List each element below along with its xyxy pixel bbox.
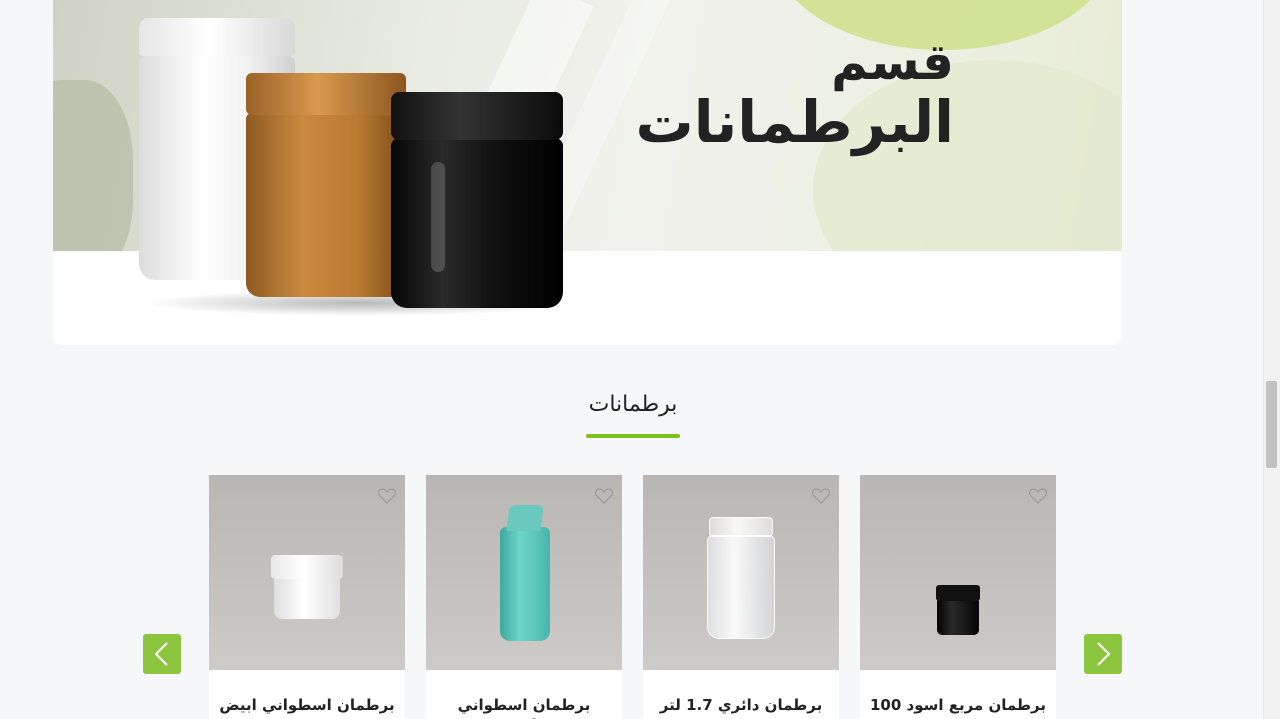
product-name[interactable]: برطمان اسطواني ابيض ... [217,695,397,719]
product-image[interactable] [209,475,405,670]
product-card[interactable]: برطمان اسطواني تيفاني ... [426,475,622,719]
page-scrollbar-thumb[interactable] [1266,381,1277,468]
product-card[interactable]: برطمان دائري 1.7 لتر [643,475,839,719]
heart-icon[interactable] [1029,488,1047,504]
product-name[interactable]: برطمان دائري 1.7 لتر [651,695,831,715]
heart-icon[interactable] [595,488,613,504]
product-name[interactable]: برطمان مربع اسود 100 [868,695,1048,715]
carousel-next-button[interactable] [1084,634,1122,674]
chevron-right-icon [1097,642,1111,666]
section-title-underline [586,434,680,438]
banner-title: قسم البرطمانات [594,34,954,155]
chevron-left-icon [154,642,168,666]
banner-title-line1: قسم [831,33,954,91]
product-card[interactable]: برطمان اسطواني ابيض ... [209,475,405,719]
black-jar-image [391,92,563,308]
product-name[interactable]: برطمان اسطواني تيفاني ... [434,695,614,719]
product-image[interactable] [643,475,839,670]
section-title: برطمانات [588,392,678,417]
product-image[interactable] [426,475,622,670]
carousel-prev-button[interactable] [143,634,181,674]
heart-icon[interactable] [812,488,830,504]
heart-icon[interactable] [378,488,396,504]
product-image[interactable] [860,475,1056,670]
category-banner[interactable]: قسم البرطمانات [53,0,1122,345]
banner-title-line2: البرطمانات [635,88,954,156]
product-card[interactable]: برطمان مربع اسود 100 [860,475,1056,719]
page-scrollbar-track[interactable] [1263,0,1280,719]
brown-jar-image [246,73,406,297]
